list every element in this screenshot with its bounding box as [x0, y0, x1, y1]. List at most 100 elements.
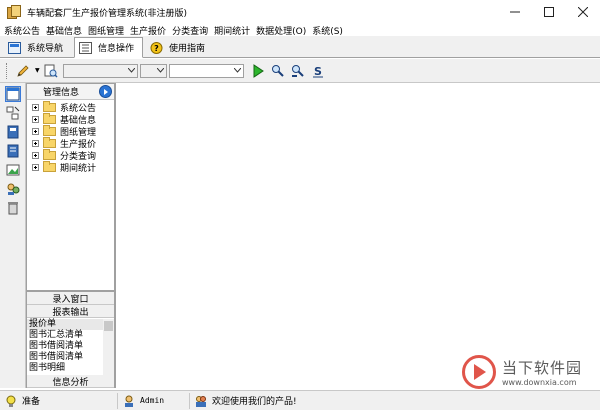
- navigation-icon: [8, 41, 21, 54]
- menu-basic-info[interactable]: 基础信息: [43, 24, 85, 37]
- status-welcome-text: 欢迎使用我们的产品!: [212, 397, 297, 407]
- info-analysis-button[interactable]: 信息分析: [27, 375, 114, 388]
- menu-system-announcement[interactable]: 系统公告: [0, 24, 43, 37]
- strip-image-button[interactable]: [5, 162, 21, 178]
- list-item[interactable]: 报价单: [27, 319, 103, 330]
- menu-period-statistics[interactable]: 期间统计: [211, 24, 253, 37]
- group-icon: [196, 395, 206, 407]
- expand-plus-icon[interactable]: [32, 103, 39, 111]
- tree-node[interactable]: 基础信息: [32, 112, 96, 126]
- folder-icon: [43, 148, 56, 160]
- filter-combo-1[interactable]: [63, 63, 138, 78]
- expand-plus-icon[interactable]: [32, 139, 39, 147]
- minimize-icon: [510, 11, 520, 13]
- strip-document-button[interactable]: [5, 143, 21, 159]
- list-item[interactable]: 图书汇总清单: [27, 330, 103, 341]
- help-icon: ?: [150, 41, 163, 54]
- status-welcome-cell: 欢迎使用我们的产品!: [190, 393, 490, 409]
- tree-node-label: 期间统计: [60, 163, 97, 174]
- scrollbar-thumb[interactable]: [104, 321, 113, 331]
- expand-plus-icon[interactable]: [32, 127, 39, 135]
- strip-tools-button[interactable]: [5, 105, 21, 121]
- play-icon: [253, 63, 264, 78]
- combo-3-chevron-down-icon: [232, 65, 243, 77]
- collapse-panel-icon[interactable]: [99, 85, 112, 98]
- expand-plus-icon[interactable]: [32, 163, 39, 171]
- sum-button[interactable]: S: [310, 63, 326, 79]
- tools-icon: [6, 106, 20, 120]
- menu-category-query[interactable]: 分类查询: [169, 24, 211, 37]
- user-icon: [125, 395, 133, 407]
- folder-icon: [43, 112, 56, 124]
- menu-bar: 系统公告 基础信息 图纸管理 生产报价 分类查询 期间统计 数据处理(O) 系统…: [0, 24, 600, 37]
- watermark: 当下软件园 www.downxia.com: [462, 348, 592, 396]
- list-scrollbar[interactable]: [103, 319, 114, 375]
- pencil-button[interactable]: [15, 63, 31, 79]
- tree-header: 管理信息: [27, 84, 114, 100]
- list-item[interactable]: 图书明细: [27, 363, 103, 374]
- watermark-logo: [462, 355, 496, 389]
- menu-data-processing[interactable]: 数据处理(O): [253, 24, 309, 37]
- find-next-button[interactable]: [290, 63, 306, 79]
- tree-node[interactable]: 分类查询: [32, 148, 96, 162]
- folder-icon: [43, 124, 56, 136]
- toolbar-grip[interactable]: [6, 62, 9, 79]
- tree-header-title: 管理信息: [43, 88, 80, 98]
- find-button[interactable]: [270, 63, 286, 79]
- close-icon: [578, 7, 588, 17]
- maximize-button[interactable]: [532, 0, 566, 24]
- strip-navigator-button[interactable]: [5, 86, 21, 102]
- entry-window-button[interactable]: 录入窗口: [27, 292, 114, 305]
- tab-navigation[interactable]: 系统导航: [3, 38, 72, 57]
- menu-drawing-management[interactable]: 图纸管理: [85, 24, 127, 37]
- status-ready-text: 准备: [22, 397, 41, 407]
- menu-system[interactable]: 系统(S): [309, 24, 346, 37]
- tree-node[interactable]: 期间统计: [32, 160, 97, 174]
- close-button[interactable]: [566, 0, 600, 24]
- window-icon: [6, 87, 20, 101]
- tab-user-guide[interactable]: ? 使用指南: [145, 38, 214, 57]
- title-bar: 车辆配套厂生产报价管理系统(非注册版): [0, 0, 600, 24]
- main-content-area: [115, 83, 600, 388]
- tree-node[interactable]: 系统公告: [32, 100, 96, 114]
- menu-production-quote[interactable]: 生产报价: [127, 24, 169, 37]
- maximize-icon: [544, 7, 554, 17]
- book-icon: [7, 125, 19, 139]
- app-icon: [7, 5, 21, 19]
- expand-plus-icon[interactable]: [32, 115, 39, 123]
- find-icon: [272, 64, 284, 77]
- find-next-icon: [292, 64, 304, 77]
- filter-combo-3[interactable]: [169, 63, 244, 78]
- status-user-text: Admin: [140, 396, 165, 405]
- minimize-button[interactable]: [498, 0, 532, 24]
- strip-users-button[interactable]: [5, 181, 21, 197]
- tree-node[interactable]: 生产报价: [32, 136, 96, 150]
- folder-icon: [43, 160, 56, 172]
- list-item[interactable]: 图书借阅清单: [27, 341, 103, 352]
- tree-node[interactable]: 图纸管理: [32, 124, 96, 138]
- toolbar: ▼ S: [0, 59, 600, 83]
- preview-button[interactable]: [43, 63, 59, 79]
- strip-trash-button[interactable]: [5, 200, 21, 216]
- filter-combo-2[interactable]: [140, 63, 167, 78]
- pencil-dropdown-arrow[interactable]: ▼: [35, 67, 41, 74]
- tab-info-operation[interactable]: 信息操作: [74, 37, 144, 58]
- expand-plus-icon[interactable]: [32, 151, 39, 159]
- document-icon: [7, 144, 19, 158]
- list-item[interactable]: 图书借阅清单: [27, 352, 103, 363]
- left-icon-strip: [0, 83, 26, 388]
- tab-bar: 系统导航 信息操作 ? 使用指南: [0, 36, 600, 58]
- tree-panel: 管理信息 系统公告 基础信息 图纸管理 生产报价 分类查询 期间统计: [26, 83, 115, 291]
- pencil-icon: [17, 64, 29, 77]
- run-button[interactable]: [250, 63, 266, 79]
- status-bar: 准备 Admin 欢迎使用我们的产品!: [0, 390, 600, 410]
- lightbulb-icon: [6, 395, 16, 407]
- preview-icon: [44, 64, 58, 78]
- folder-icon: [43, 100, 56, 112]
- watermark-url: www.downxia.com: [502, 378, 577, 387]
- report-output-button[interactable]: 报表输出: [27, 305, 114, 318]
- combo-1-chevron-down-icon: [126, 65, 137, 77]
- watermark-title: 当下软件园: [502, 359, 583, 377]
- strip-book-button[interactable]: [5, 124, 21, 140]
- tab-user-guide-label: 使用指南: [169, 44, 206, 54]
